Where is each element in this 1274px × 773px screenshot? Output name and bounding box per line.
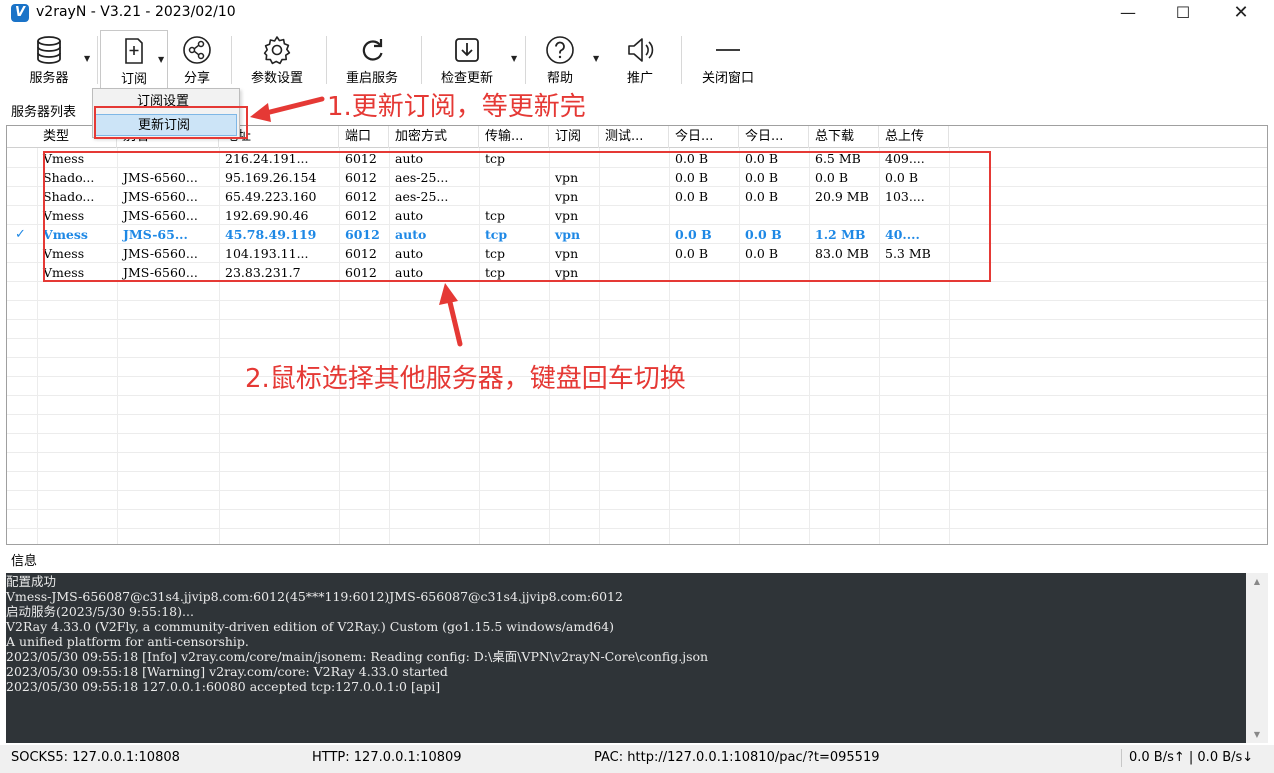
log-line: 2023/05/30 09:55:18 127.0.0.1:60080 acce…: [6, 679, 441, 694]
chevron-down-icon[interactable]: ▼: [84, 54, 90, 63]
refresh-icon: [362, 39, 383, 61]
database-icon: [37, 36, 61, 64]
grid-line: [7, 414, 1267, 415]
gear-icon: [263, 36, 291, 65]
toolbar-restart-button[interactable]: 重启服务: [336, 30, 408, 90]
status-speed: 0.0 B/s↑ | 0.0 B/s↓: [1129, 750, 1254, 765]
subscribe-icon: [125, 38, 143, 64]
status-bar: SOCKS5: 127.0.0.1:10808 HTTP: 127.0.0.1:…: [0, 745, 1274, 773]
status-http: HTTP: 127.0.0.1:10809: [312, 750, 462, 765]
maximize-button[interactable]: ☐: [1160, 0, 1206, 26]
share-icon: [183, 36, 211, 64]
help-icon: [546, 36, 574, 64]
toolbar-subscribe-button[interactable]: 订阅 ▼: [100, 30, 168, 90]
toolbar-settings-button[interactable]: 参数设置: [240, 30, 314, 90]
grid-line: [7, 471, 1267, 472]
annotation-step2-text: 2.鼠标选择其他服务器，键盘回车切换: [245, 364, 686, 394]
log-output[interactable]: 配置成功 Vmess-JMS-656087@c31s4.jjvip8.com:6…: [6, 573, 1246, 743]
log-line: Vmess-JMS-656087@c31s4.jjvip8.com:6012(4…: [6, 589, 623, 604]
info-label: 信息: [11, 554, 38, 569]
grid-line: [7, 528, 1267, 529]
column-header[interactable]: 测试...: [599, 126, 669, 148]
arrow-icon: [250, 96, 325, 122]
v2rayn-logo-icon: V: [11, 4, 29, 22]
toolbar-update-label: 检查更新: [440, 71, 493, 86]
grid-line: [7, 395, 1267, 396]
grid-line: [7, 509, 1267, 510]
toolbar-servers-label: 服务器: [29, 71, 69, 86]
column-header[interactable]: 传输...: [479, 126, 549, 148]
annotation-step1-text: 1.更新订阅，等更新完: [327, 92, 586, 122]
column-header[interactable]: 总上传: [879, 126, 949, 148]
chevron-down-icon[interactable]: ▼: [158, 55, 164, 64]
scroll-down-icon[interactable]: ▼: [1246, 726, 1268, 743]
grid-line: [7, 452, 1267, 453]
column-header[interactable]: 今日...: [669, 126, 739, 148]
annotation-highlight-box: [43, 151, 991, 282]
toolbar-promote-label: 推广: [626, 71, 653, 86]
column-header[interactable]: 加密方式: [389, 126, 479, 148]
server-list-label: 服务器列表: [11, 105, 77, 120]
grid-line: [7, 300, 1267, 301]
toolbar-close-window-label: 关闭窗口: [701, 71, 754, 86]
log-line: 2023/05/30 09:55:18 [Info] v2ray.com/cor…: [6, 649, 709, 664]
toolbar-separator: [681, 36, 682, 84]
speaker-icon: [628, 38, 654, 62]
annotation-highlight-box: [94, 106, 248, 139]
grid-line: [7, 490, 1267, 491]
status-pac: PAC: http://127.0.0.1:10810/pac/?t=09551…: [594, 750, 880, 765]
window-title: v2rayN - V3.21 - 2023/02/10: [36, 4, 236, 20]
chevron-down-icon[interactable]: ▼: [511, 54, 517, 63]
toolbar-update-button[interactable]: 检查更新: [432, 30, 502, 90]
download-icon: [455, 38, 479, 62]
column-header[interactable]: 端口: [339, 126, 389, 148]
toolbar: 服务器 ▼ 订阅 ▼ 分享 参数设置 重启服务 检查更新 ▼ 帮助 ▼ 推广 关…: [0, 30, 1274, 92]
toolbar-subscribe-label: 订阅: [120, 72, 147, 87]
column-header[interactable]: 今日...: [739, 126, 809, 148]
minus-icon: [716, 49, 740, 51]
grid-line: [7, 319, 1267, 320]
toolbar-share-button[interactable]: 分享: [170, 30, 224, 90]
toolbar-restart-label: 重启服务: [345, 71, 398, 86]
toolbar-promote-button[interactable]: 推广: [614, 30, 666, 90]
scroll-up-icon[interactable]: ▲: [1246, 573, 1268, 590]
grid-line: [7, 338, 1267, 339]
toolbar-separator: [525, 36, 526, 84]
log-line: A unified platform for anti-censorship.: [6, 634, 249, 649]
toolbar-separator: [97, 36, 98, 84]
toolbar-share-label: 分享: [183, 71, 210, 86]
column-header[interactable]: 订阅: [549, 126, 599, 148]
toolbar-servers-button[interactable]: 服务器: [18, 30, 80, 90]
toolbar-separator: [421, 36, 422, 84]
status-separator: [1121, 749, 1122, 767]
minimize-button[interactable]: —: [1105, 0, 1151, 26]
toolbar-settings-label: 参数设置: [250, 71, 303, 86]
log-line: 启动服务(2023/5/30 9:55:18)...: [6, 604, 194, 619]
log-line: 配置成功: [6, 574, 57, 589]
toolbar-separator: [231, 36, 232, 84]
toolbar-help-label: 帮助: [546, 71, 573, 86]
toolbar-separator: [326, 36, 327, 84]
log-line: V2Ray 4.33.0 (V2Fly, a community-driven …: [6, 619, 614, 634]
toolbar-close-window-button[interactable]: 关闭窗口: [692, 30, 764, 90]
grid-line: [7, 433, 1267, 434]
chevron-down-icon[interactable]: ▼: [593, 54, 599, 63]
log-scrollbar[interactable]: ▲ ▼: [1246, 573, 1268, 743]
close-button[interactable]: ✕: [1218, 0, 1264, 26]
column-header[interactable]: 总下载: [809, 126, 879, 148]
title-bar: V v2rayN - V3.21 - 2023/02/10 — ☐ ✕: [0, 0, 1274, 26]
status-socks: SOCKS5: 127.0.0.1:10808: [11, 750, 180, 765]
log-line: 2023/05/30 09:55:18 [Warning] v2ray.com/…: [6, 664, 448, 679]
toolbar-help-button[interactable]: 帮助: [536, 30, 584, 90]
active-check-icon: ✓: [15, 227, 26, 242]
